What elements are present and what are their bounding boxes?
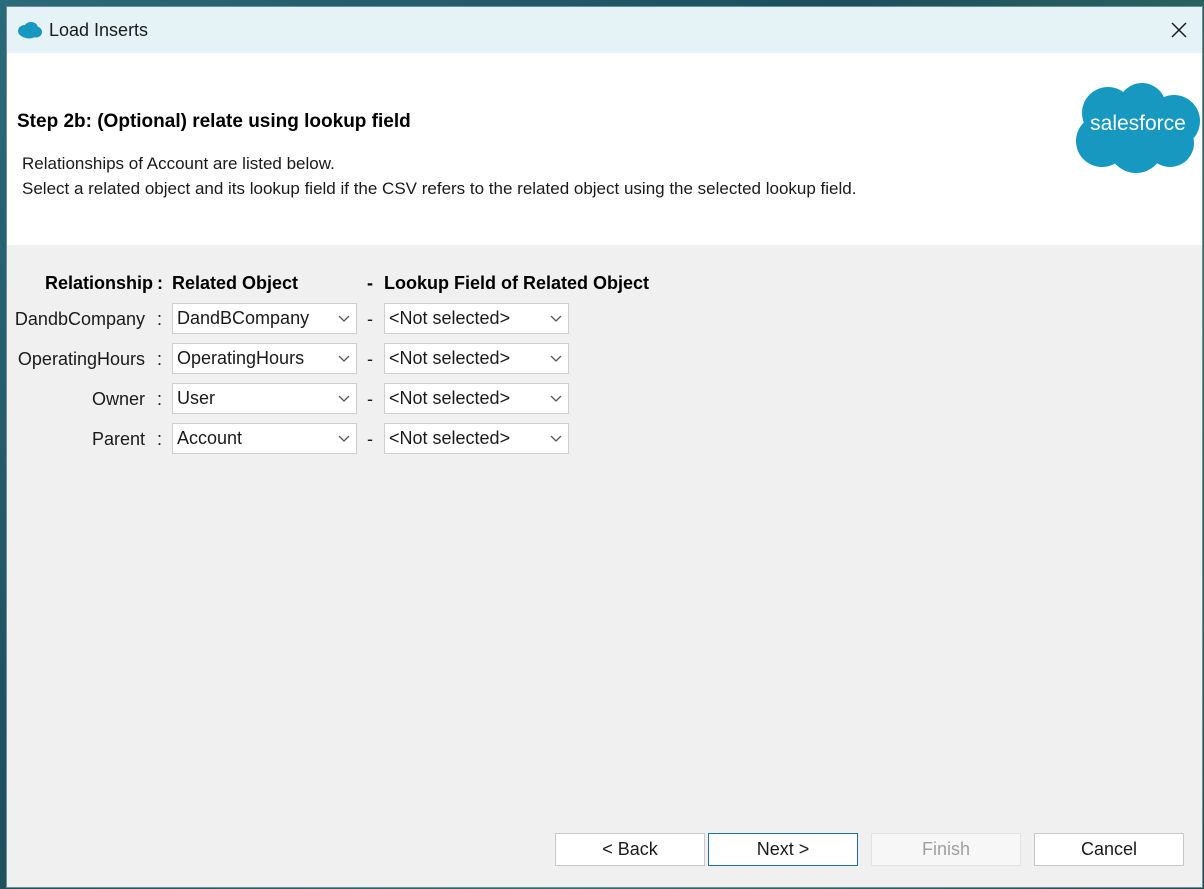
relationship-label: DandbCompany [14, 309, 145, 329]
related-object-value: User [177, 388, 216, 408]
related-object-value: DandBCompany [177, 308, 310, 328]
description-line-1: Relationships of Account are listed belo… [22, 154, 335, 173]
row-colon: : [157, 349, 163, 369]
related-object-value: OperatingHours [177, 348, 305, 368]
lookup-field-value: <Not selected> [389, 428, 511, 448]
lookup-field-select[interactable]: <Not selected> [384, 383, 569, 414]
salesforce-logo-text: salesforce [1090, 112, 1186, 135]
lookup-field-value: <Not selected> [389, 348, 511, 368]
relationship-label: Owner [91, 389, 145, 409]
header-colon: : [157, 273, 163, 293]
row-dash: - [367, 349, 373, 369]
row-dash: - [367, 309, 373, 329]
lookup-field-select[interactable]: <Not selected> [384, 423, 569, 454]
chevron-down-icon [338, 355, 350, 362]
lookup-field-value: <Not selected> [389, 388, 511, 408]
header-panel: Step 2b: (Optional) relate using lookup … [7, 53, 1202, 245]
chevron-down-icon [550, 355, 562, 362]
cancel-button[interactable]: Cancel [1034, 833, 1184, 866]
row-colon: : [157, 309, 163, 329]
chevron-down-icon [550, 315, 562, 322]
lookup-field-select[interactable]: <Not selected> [384, 343, 569, 374]
related-object-select[interactable]: Account [172, 423, 357, 454]
header-lookup-field: Lookup Field of Related Object [384, 273, 650, 293]
relationship-label: OperatingHours [17, 349, 145, 369]
close-button[interactable] [1156, 7, 1202, 53]
row-colon: : [157, 429, 163, 449]
chevron-down-icon [338, 435, 350, 442]
related-object-select[interactable]: User [172, 383, 357, 414]
close-icon [1171, 22, 1187, 38]
row-dash: - [367, 429, 373, 449]
title-bar: Load Inserts [7, 7, 1202, 53]
related-object-select[interactable]: OperatingHours [172, 343, 357, 374]
back-button[interactable]: < Back [555, 833, 705, 866]
related-object-value: Account [177, 428, 243, 448]
header-related-object: Related Object [172, 273, 299, 293]
lookup-field-select[interactable]: <Not selected> [384, 303, 569, 334]
salesforce-cloud-icon [18, 22, 42, 39]
load-inserts-dialog: Load Inserts Step 2b: (Optional) relate … [6, 6, 1203, 888]
chevron-down-icon [550, 435, 562, 442]
lookup-field-value: <Not selected> [389, 308, 511, 328]
related-object-select[interactable]: DandBCompany [172, 303, 357, 334]
row-colon: : [157, 389, 163, 409]
window-title: Load Inserts [49, 20, 149, 40]
description-line-2: Select a related object and its lookup f… [22, 179, 857, 198]
chevron-down-icon [338, 315, 350, 322]
header-dash: - [367, 273, 373, 293]
header-relationship: Relationship [45, 273, 154, 293]
salesforce-logo: salesforce [1076, 83, 1200, 173]
chevron-down-icon [550, 395, 562, 402]
row-dash: - [367, 389, 373, 409]
step-title: Step 2b: (Optional) relate using lookup … [17, 111, 411, 132]
chevron-down-icon [338, 395, 350, 402]
relationship-label: Parent [91, 429, 145, 449]
finish-button: Finish [871, 833, 1021, 866]
next-button[interactable]: Next > [708, 833, 858, 866]
